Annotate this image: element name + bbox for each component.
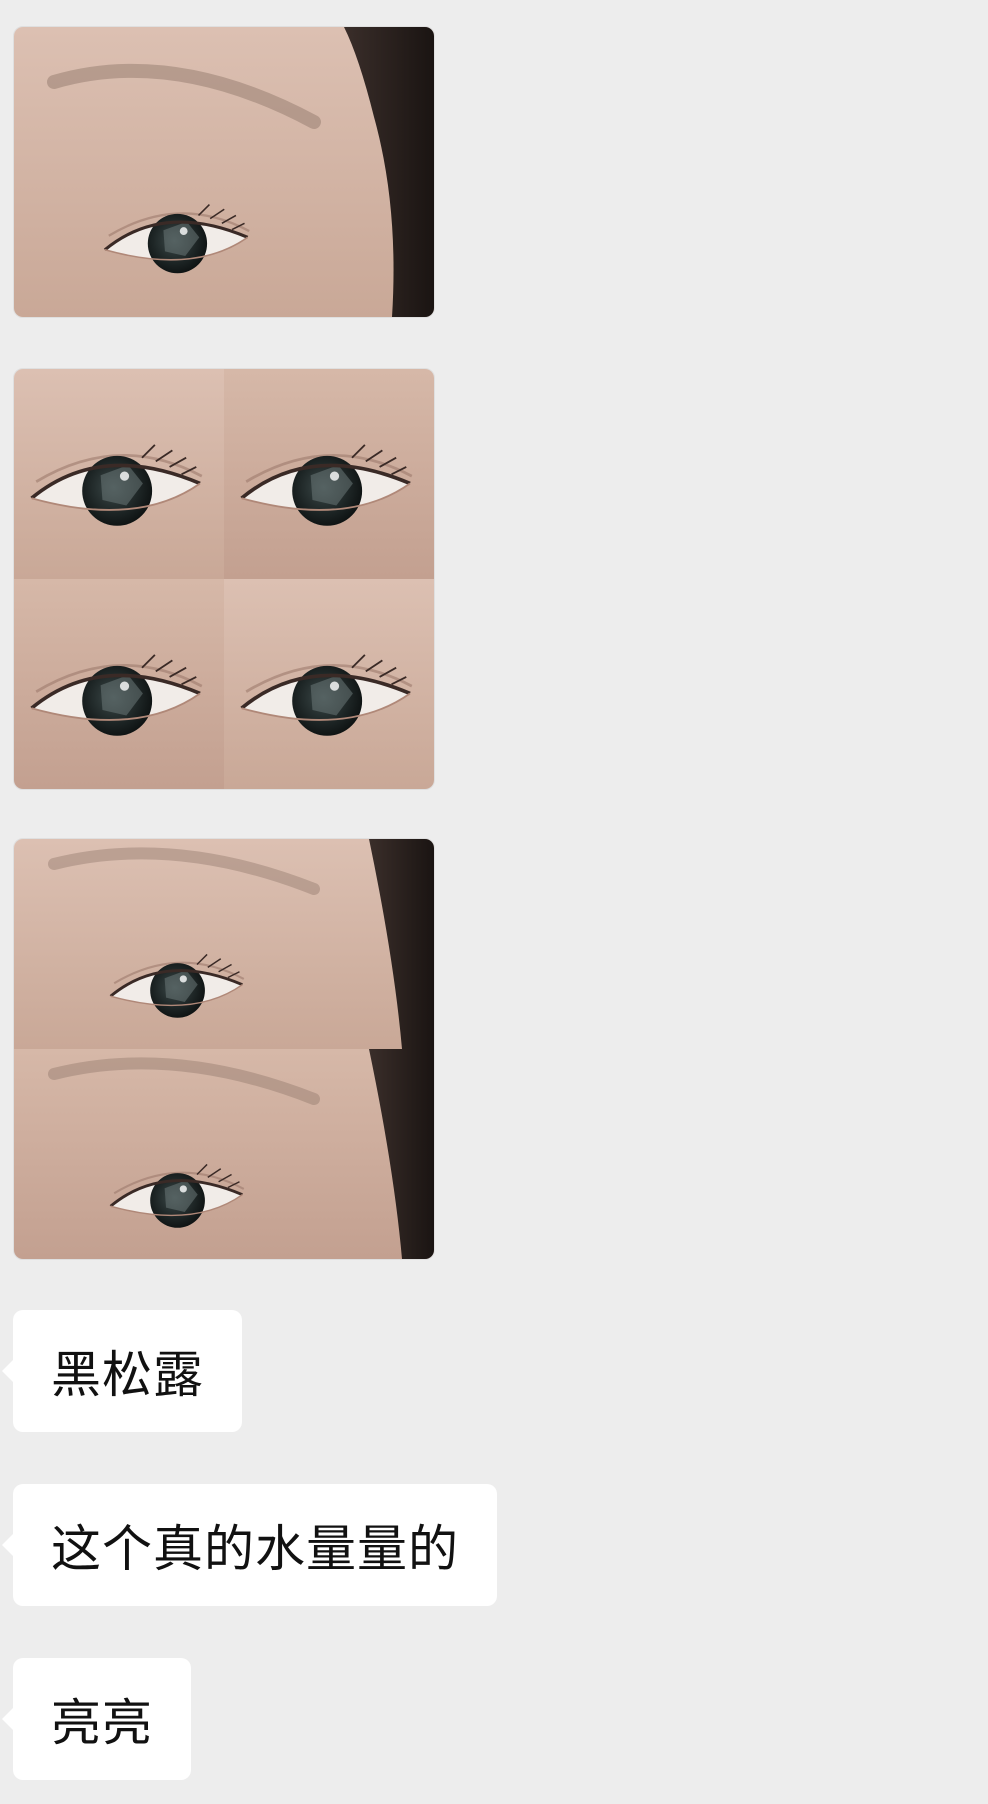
message-text: 这个真的水量量的 [51, 1520, 459, 1578]
text-message-bubble[interactable]: 这个真的水量量的 [2, 1484, 497, 1606]
message-text: 亮亮 [51, 1694, 153, 1752]
photo-message-eye-single[interactable] [13, 26, 435, 318]
eye-grid-image [14, 369, 434, 789]
eye-stack-image [14, 839, 434, 1259]
photo-message-eye-stack[interactable] [13, 838, 435, 1260]
text-message-bubble[interactable]: 亮亮 [2, 1658, 191, 1780]
photo-message-eye-grid[interactable] [13, 368, 435, 790]
text-message-bubble[interactable]: 黑松露 [2, 1310, 242, 1432]
eye-photo-image [14, 27, 434, 317]
message-text: 黑松露 [51, 1346, 204, 1404]
